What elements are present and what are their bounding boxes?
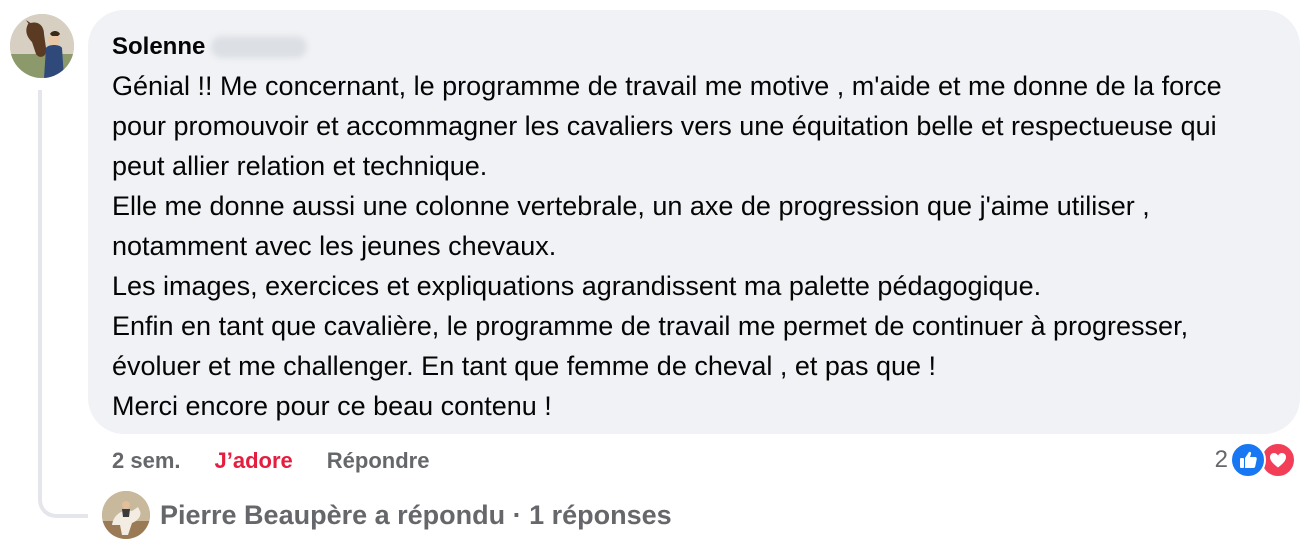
replies-summary-text[interactable]: Pierre Beaupère a répondu · 1 réponses	[160, 500, 672, 531]
comment-timestamp[interactable]: 2 sem.	[112, 448, 181, 474]
thumbs-up-icon	[1240, 451, 1257, 468]
commenter-avatar[interactable]	[10, 14, 74, 78]
replier-avatar	[102, 491, 150, 539]
comment-actions: 2 sem. J’adore Répondre	[112, 444, 429, 478]
reaction-count: 2	[1214, 446, 1228, 473]
reply-button[interactable]: Répondre	[327, 448, 430, 474]
comment-bubble: Solenne Génial !! Me concernant, le prog…	[88, 10, 1300, 434]
heart-icon	[1270, 453, 1286, 468]
horse-photo-icon	[102, 491, 150, 539]
comment-paragraph: Enfin en tant que cavalière, le programm…	[112, 311, 1189, 381]
horse-rider-photo-icon	[10, 14, 74, 78]
comment-paragraph: Elle me donne aussi une colonne vertebra…	[112, 191, 1150, 261]
thread-connector-line	[38, 90, 88, 518]
comment-paragraph: Merci encore pour ce beau contenu !	[112, 391, 552, 421]
reactions-summary[interactable]: 2	[1215, 440, 1296, 480]
comment-text: Génial !! Me concernant, le programme de…	[112, 66, 1276, 426]
like-button[interactable]: J’adore	[215, 448, 293, 474]
comment-paragraph: Les images, exercices et expliquations a…	[112, 271, 1042, 301]
author-name[interactable]: Solenne	[112, 33, 205, 61]
view-replies-link[interactable]: Pierre Beaupère a répondu · 1 réponses	[102, 490, 672, 540]
author-row: Solenne	[112, 30, 1276, 64]
like-reaction-icon	[1230, 442, 1266, 478]
comment-paragraph: Génial !! Me concernant, le programme de…	[112, 71, 1222, 181]
author-surname-blurred	[211, 36, 308, 58]
